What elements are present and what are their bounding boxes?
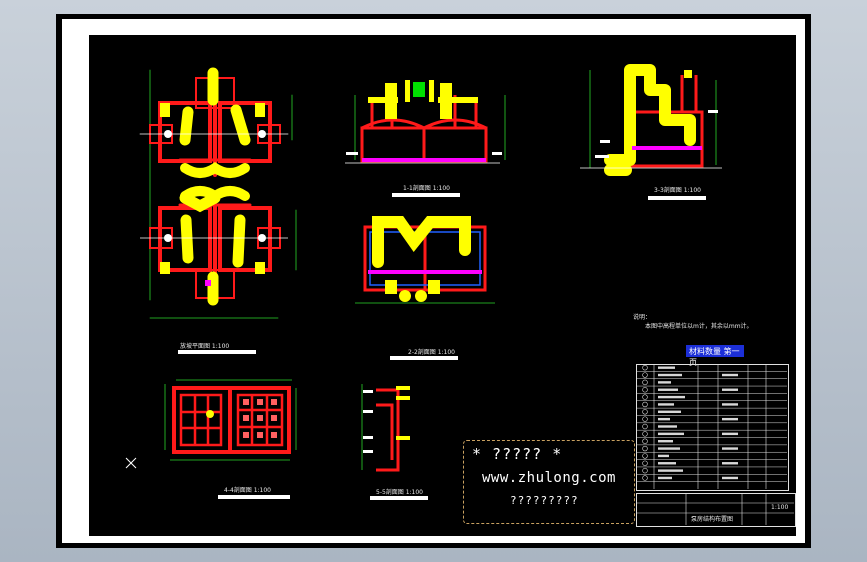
- caption-underline: [392, 193, 460, 197]
- section-4-4: [164, 379, 297, 461]
- caption-section-1-1: 1-1剖面图 1:100: [403, 185, 450, 192]
- title-block-scale: 1:100: [771, 504, 789, 511]
- watermark-url: www.zhulong.com: [482, 470, 616, 486]
- section-2-2: [355, 216, 495, 304]
- caption-underline: [370, 496, 428, 500]
- caption-underline: [218, 495, 290, 499]
- caption-section-3-3: 3-3剖面图 1:100: [654, 187, 701, 194]
- caption-underline: [390, 356, 458, 360]
- crosshair-cursor-icon: [125, 457, 137, 469]
- caption-section-5-5: 5-5剖面图 1:100: [376, 489, 423, 496]
- caption-section-2-2: 2-2剖面图 1:100: [408, 349, 455, 356]
- cad-viewport[interactable]: 放坡平面图 1:100 1-1剖面图 1:100 2-2剖面图 1:100 3-…: [0, 0, 867, 562]
- watermark-line-3: ?????????: [510, 494, 579, 507]
- section-5-5: [361, 384, 410, 472]
- plan-view-lower: [140, 192, 288, 306]
- caption-section-4-4: 4-4剖面图 1:100: [224, 487, 271, 494]
- section-3-3: [580, 64, 722, 176]
- title-block: 泵房结构布置图 1:100: [636, 493, 796, 527]
- notes-heading: 说明：: [633, 314, 652, 321]
- caption-plan-view: 放坡平面图 1:100: [180, 343, 230, 350]
- section-1-1: [345, 80, 506, 164]
- caption-underline: [648, 196, 706, 200]
- title-block-name: 泵房结构布置图: [691, 516, 734, 523]
- watermark-stamp: * ????? * www.zhulong.com ?????????: [463, 440, 635, 524]
- watermark-line-1: * ????? *: [472, 445, 563, 463]
- caption-underline: [178, 350, 256, 354]
- title-tag: 材料数量 第一页: [686, 345, 744, 367]
- material-schedule-table: [636, 364, 789, 491]
- notes-line: 本图中高程单位以m计，其余以mm计。: [645, 323, 753, 330]
